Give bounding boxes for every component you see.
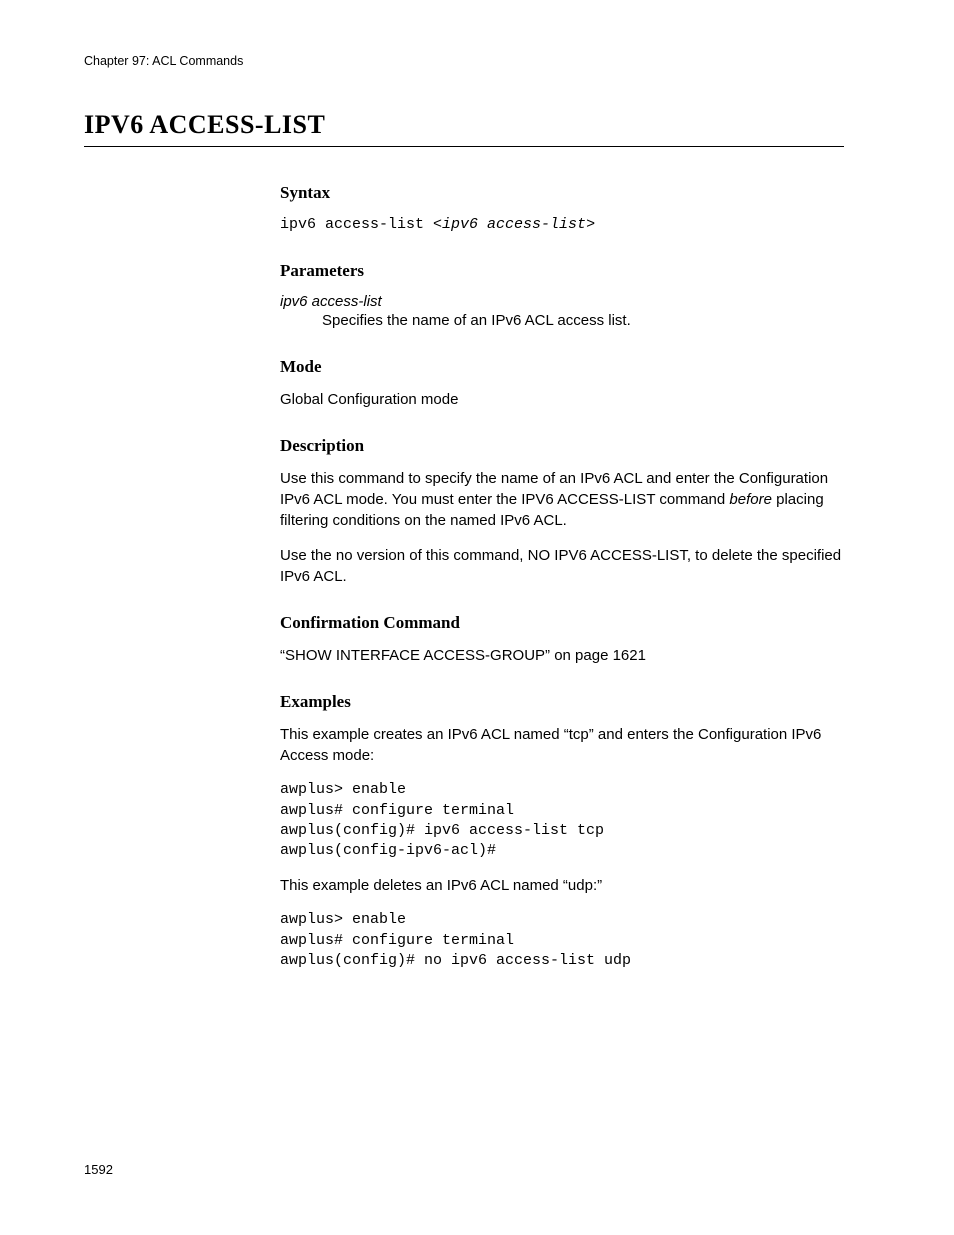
syntax-suffix: > — [586, 216, 595, 233]
confirmation-text: “SHOW INTERFACE ACCESS-GROUP” on page 16… — [280, 645, 844, 666]
heading-examples: Examples — [280, 692, 844, 712]
example-intro-2: This example deletes an IPv6 ACL named “… — [280, 875, 844, 896]
syntax-prefix: ipv6 access-list < — [280, 216, 442, 233]
chapter-header: Chapter 97: ACL Commands — [84, 54, 844, 68]
heading-syntax: Syntax — [280, 183, 844, 203]
page-title: IPV6 ACCESS-LIST — [84, 110, 844, 147]
page: Chapter 97: ACL Commands IPV6 ACCESS-LIS… — [0, 0, 954, 1235]
content-area: Syntax ipv6 access-list <ipv6 access-lis… — [280, 183, 844, 971]
description-p1: Use this command to specify the name of … — [280, 468, 844, 531]
heading-description: Description — [280, 436, 844, 456]
syntax-line: ipv6 access-list <ipv6 access-list> — [280, 215, 844, 235]
example-code-1: awplus> enable awplus# configure termina… — [280, 780, 844, 861]
param-desc: Specifies the name of an IPv6 ACL access… — [322, 310, 844, 331]
syntax-arg: ipv6 access-list — [442, 216, 586, 233]
heading-mode: Mode — [280, 357, 844, 377]
example-intro-1: This example creates an IPv6 ACL named “… — [280, 724, 844, 766]
heading-confirmation: Confirmation Command — [280, 613, 844, 633]
mode-text: Global Configuration mode — [280, 389, 844, 410]
page-number: 1592 — [84, 1162, 113, 1177]
example-code-2: awplus> enable awplus# configure termina… — [280, 910, 844, 971]
desc-p1em: before — [729, 491, 772, 508]
heading-parameters: Parameters — [280, 261, 844, 281]
description-p2: Use the no version of this command, NO I… — [280, 545, 844, 587]
param-name: ipv6 access-list — [280, 293, 844, 310]
